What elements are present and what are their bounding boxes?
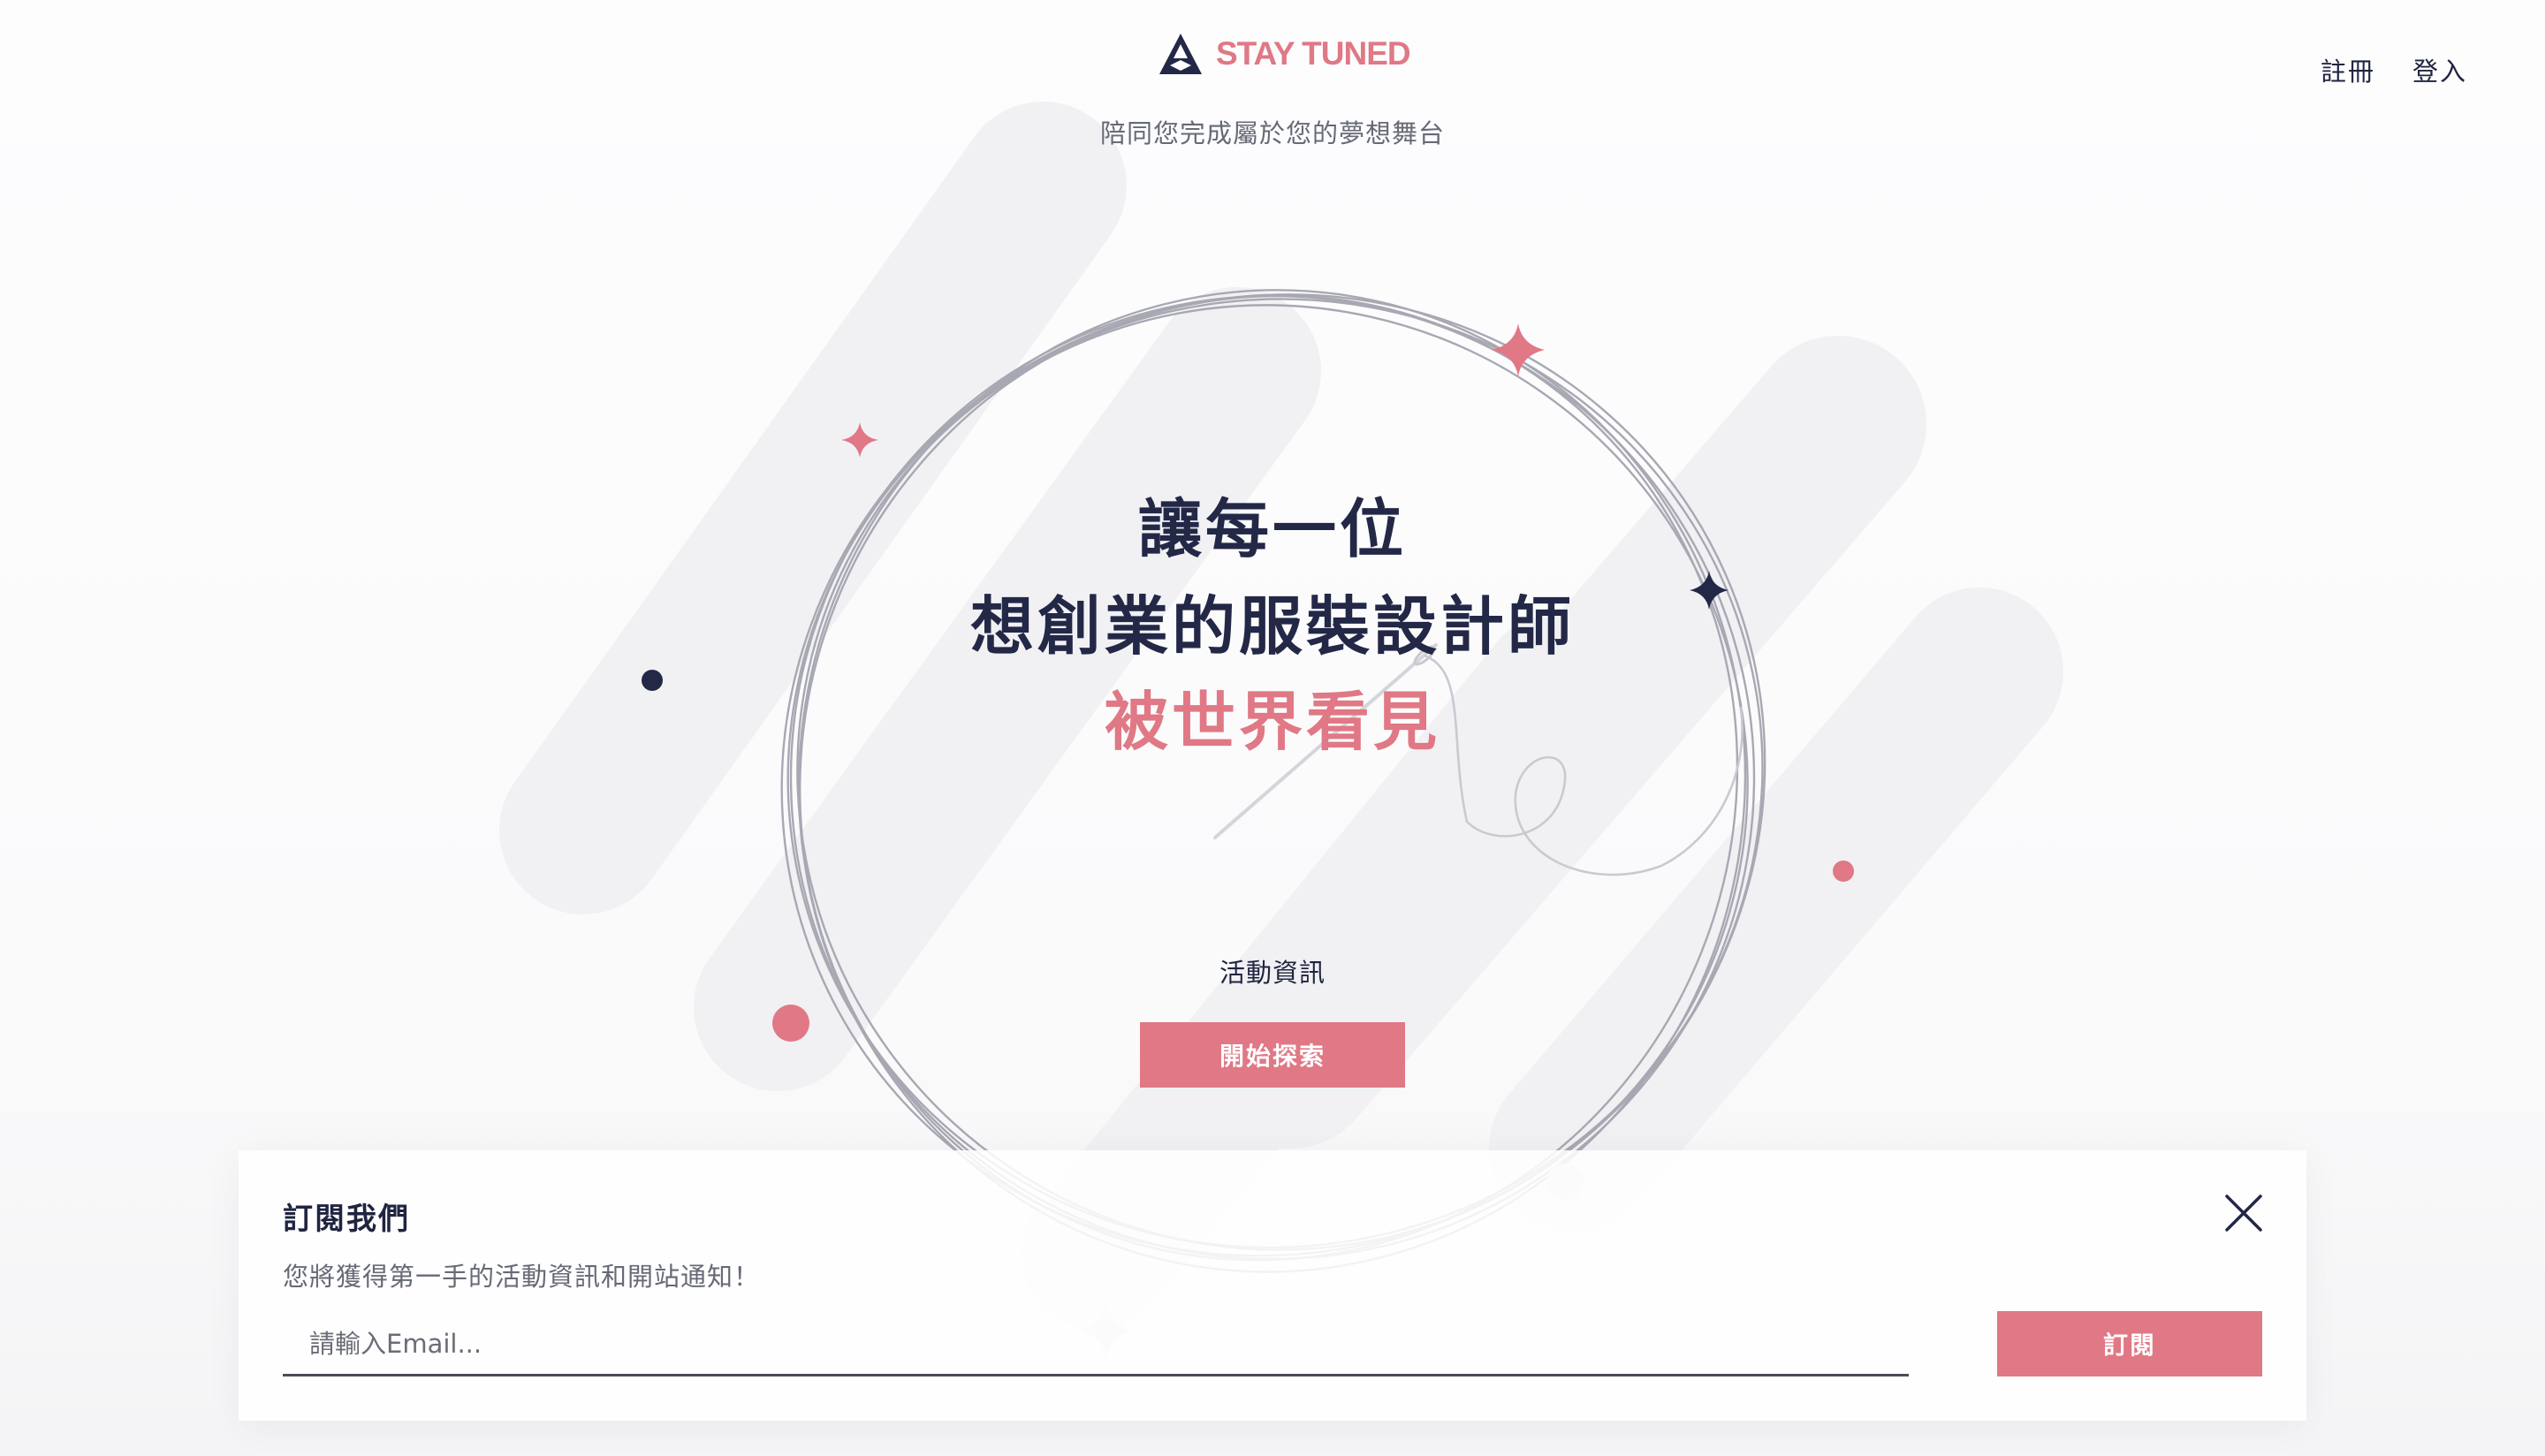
close-icon[interactable] <box>2222 1191 2266 1235</box>
hero-headline-line-1: 讓每一位 <box>1137 492 1407 566</box>
login-link[interactable]: 登入 <box>2412 51 2467 88</box>
register-link[interactable]: 註冊 <box>2321 51 2375 88</box>
top-nav: 註冊 登入 <box>2321 51 2467 88</box>
subscribe-title: 訂閱我們 <box>283 1202 410 1237</box>
subscribe-button[interactable]: 訂閱 <box>1997 1311 2262 1376</box>
triangle-mountain-logo-icon <box>1159 34 1202 74</box>
brand-logo[interactable]: STAY TUNED <box>1158 32 1411 76</box>
subscribe-description: 您將獲得第一手的活動資訊和開站通知！ <box>283 1262 761 1292</box>
event-info-label: 活動資訊 <box>1219 958 1326 988</box>
brand-name: STAY TUNED <box>1216 35 1411 72</box>
page-background: STAY TUNED 陪同您完成屬於您的夢想舞台 註冊 登入 讓每一位 想創業的… <box>0 0 2545 1456</box>
subscribe-panel: 訂閱我們 您將獲得第一手的活動資訊和開站通知！ 訂閱 <box>239 1150 2306 1421</box>
brand-tagline: 陪同您完成屬於您的夢想舞台 <box>1099 118 1445 148</box>
email-input[interactable] <box>283 1313 1909 1376</box>
hero-headline-highlight: 被世界看見 <box>1104 685 1440 759</box>
hero-headline-line-2: 想創業的服裝設計師 <box>969 589 1575 664</box>
start-explore-button[interactable]: 開始探索 <box>1140 1022 1405 1088</box>
